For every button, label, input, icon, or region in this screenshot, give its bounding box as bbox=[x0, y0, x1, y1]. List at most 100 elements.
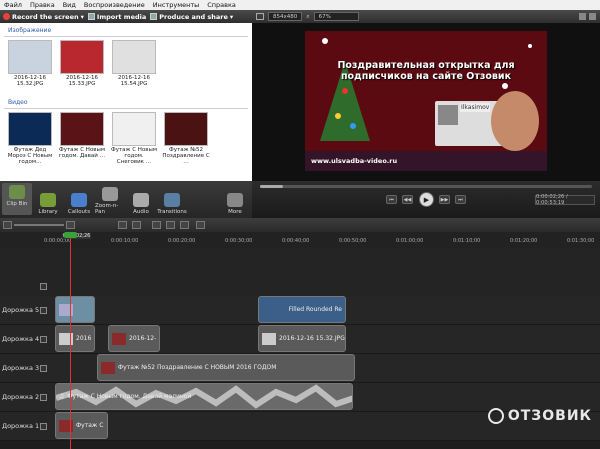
tab-clip-bin[interactable]: Clip Bin bbox=[2, 183, 32, 215]
image-item[interactable]: 2016-12-16 15.32.JPG bbox=[6, 40, 54, 88]
step-forward-icon[interactable]: ⏭ bbox=[455, 195, 466, 204]
video-item[interactable]: Футаж С Новым годом. Снеговик … bbox=[110, 111, 158, 166]
timeline-clip[interactable]: Filled Rounded Re bbox=[258, 296, 346, 323]
ruler-tick: 0:00:10;00 bbox=[111, 238, 139, 244]
image-thumbnail bbox=[60, 40, 104, 74]
video-url: www.ulsvadba-video.ru bbox=[311, 157, 398, 165]
rewind-icon[interactable]: ◀◀ bbox=[402, 195, 413, 204]
import-media-label: Import media bbox=[96, 12, 147, 21]
menu-edit[interactable]: Правка bbox=[26, 1, 59, 9]
zoom-out-icon[interactable] bbox=[3, 221, 12, 229]
timeline-clip[interactable]: 2016-12- bbox=[108, 325, 160, 352]
more-icon bbox=[227, 193, 243, 207]
timeline-clip[interactable]: 2016-12-16 15.32.JPG bbox=[258, 325, 346, 352]
dimensions-select[interactable]: 854x480 bbox=[268, 12, 303, 21]
video-thumbnail bbox=[164, 111, 208, 146]
chevron-down-icon: ▾ bbox=[229, 12, 234, 21]
playhead-handle[interactable] bbox=[64, 232, 77, 238]
paste-icon[interactable] bbox=[180, 221, 189, 229]
detach-icon[interactable] bbox=[579, 13, 586, 20]
clip-label: Filled Rounded Re bbox=[288, 306, 342, 313]
tab-library[interactable]: Library bbox=[33, 191, 63, 215]
tab-label: More bbox=[228, 209, 242, 215]
track-row: Дорожка 5 Filled Rounded Re bbox=[0, 296, 600, 325]
track-toggle-icon[interactable] bbox=[40, 336, 47, 343]
redo-icon[interactable] bbox=[132, 221, 141, 229]
clip-label: 2016-12-16 15.32.JPG bbox=[279, 335, 345, 342]
menu-file[interactable]: Файл bbox=[0, 1, 26, 9]
timeline-ruler[interactable]: 0:00:00;00 0:00:02;26 0:00:10;00 0:00:20… bbox=[0, 232, 600, 248]
produce-share-button[interactable]: Produce and share ▾ bbox=[150, 13, 233, 21]
zoom-select[interactable]: 67% bbox=[313, 12, 359, 21]
step-back-icon[interactable]: ⏮ bbox=[386, 195, 397, 204]
timeline-clip[interactable]: 2016 bbox=[55, 325, 95, 352]
track-toggle-icon[interactable] bbox=[40, 365, 47, 372]
seek-bar[interactable] bbox=[260, 185, 592, 188]
video-section-header: Видео bbox=[4, 97, 248, 109]
video-item[interactable]: Футаж №52 Поздравление С … bbox=[162, 111, 210, 166]
timeline-clip[interactable]: ♫ Футаж С Новым годом. Давай малиной bbox=[55, 383, 353, 410]
timeline-clip[interactable]: Футаж С bbox=[55, 412, 108, 439]
add-track-icon[interactable] bbox=[40, 283, 47, 290]
otzovik-logo-icon bbox=[487, 408, 504, 424]
clip-thumbnail bbox=[101, 361, 115, 374]
fullscreen-icon[interactable] bbox=[589, 13, 596, 20]
menu-tools[interactable]: Инструменты bbox=[149, 1, 204, 9]
track-toggle-icon[interactable] bbox=[40, 394, 47, 401]
tab-callouts[interactable]: Callouts bbox=[64, 191, 94, 215]
timeline-clip[interactable]: Футаж №52 Поздравление С НОВЫМ 2016 ГОДО… bbox=[97, 354, 355, 381]
tab-more[interactable]: More bbox=[220, 191, 250, 215]
zoom-value: 67% bbox=[318, 13, 331, 20]
timeline-clip[interactable] bbox=[55, 296, 95, 323]
zoom-icon bbox=[102, 187, 118, 201]
copy-icon[interactable] bbox=[166, 221, 175, 229]
window-buttons bbox=[579, 13, 600, 20]
zoom-in-icon[interactable] bbox=[66, 221, 75, 229]
clip-label: Футаж №52 Поздравление С НОВЫМ 2016 ГОДО… bbox=[118, 364, 277, 371]
clip-label: Футаж С bbox=[76, 422, 104, 429]
clip-label: 2016 bbox=[76, 335, 92, 342]
menu-view[interactable]: Вид bbox=[59, 1, 80, 9]
video-frame[interactable]: Поздравительная открытка для подписчиков… bbox=[305, 31, 547, 171]
video-caption: Футаж Дед Мороз С Новым годом… bbox=[7, 146, 53, 166]
tab-transitions[interactable]: Transitions bbox=[157, 191, 187, 215]
main-toolbar: Record the screen ▾ Import media Produce… bbox=[0, 10, 252, 23]
transport-controls: ⏮ ◀◀ ▶ ▶▶ ⏭ 0:00:02;26 / 0:00:53;19 bbox=[252, 181, 600, 218]
video-thumbnail bbox=[8, 111, 52, 146]
timeline-toolbar bbox=[0, 218, 600, 232]
zoom-slider[interactable] bbox=[14, 224, 64, 226]
undo-icon[interactable] bbox=[118, 221, 127, 229]
track-label: Дорожка 4 bbox=[2, 335, 40, 343]
track-toggle-icon[interactable] bbox=[40, 423, 47, 430]
video-caption: Футаж С Новым годом. Давай … bbox=[58, 146, 106, 159]
record-icon bbox=[3, 13, 10, 20]
watermark: ОТЗОВИК bbox=[487, 408, 592, 424]
chevron-down-icon: ▾ bbox=[80, 12, 84, 21]
image-item[interactable]: 2016-12-16 15.33.JPG bbox=[58, 40, 106, 88]
video-item[interactable]: Футаж Дед Мороз С Новым годом… bbox=[6, 111, 54, 166]
image-caption: 2016-12-16 15.32.JPG bbox=[14, 75, 46, 88]
import-media-button[interactable]: Import media bbox=[87, 12, 147, 21]
menu-playback[interactable]: Воспроизведение bbox=[80, 1, 149, 9]
play-button[interactable]: ▶ bbox=[419, 192, 434, 207]
ruler-tick: 0:01:00;00 bbox=[396, 238, 424, 244]
playhead[interactable] bbox=[70, 232, 71, 449]
tab-label: Transitions bbox=[157, 209, 187, 215]
split-icon[interactable] bbox=[196, 221, 205, 229]
tab-zoom-n-pan[interactable]: Zoom-n-Pan bbox=[95, 185, 125, 215]
record-screen-button[interactable]: Record the screen ▾ bbox=[3, 13, 84, 21]
image-item[interactable]: 2016-12-16 15.54.JPG bbox=[110, 40, 158, 88]
image-thumbnail bbox=[8, 40, 52, 74]
task-tabs: Clip Bin Library Callouts Zoom-n-Pan Audio Tr… bbox=[0, 181, 252, 218]
ruler-tick: 0:00:20;00 bbox=[168, 238, 196, 244]
watermark-text: ОТЗОВИК bbox=[507, 408, 592, 424]
tab-audio[interactable]: Audio bbox=[126, 191, 156, 215]
forward-icon[interactable]: ▶▶ bbox=[439, 195, 450, 204]
menu-help[interactable]: Справка bbox=[203, 1, 240, 9]
cut-icon[interactable] bbox=[152, 221, 161, 229]
track-label: Дорожка 1 bbox=[2, 422, 40, 430]
track-toggle-icon[interactable] bbox=[40, 307, 47, 314]
video-item[interactable]: Футаж С Новым годом. Давай … bbox=[58, 111, 106, 166]
tab-label: Audio bbox=[133, 209, 149, 215]
import-icon bbox=[87, 13, 95, 20]
